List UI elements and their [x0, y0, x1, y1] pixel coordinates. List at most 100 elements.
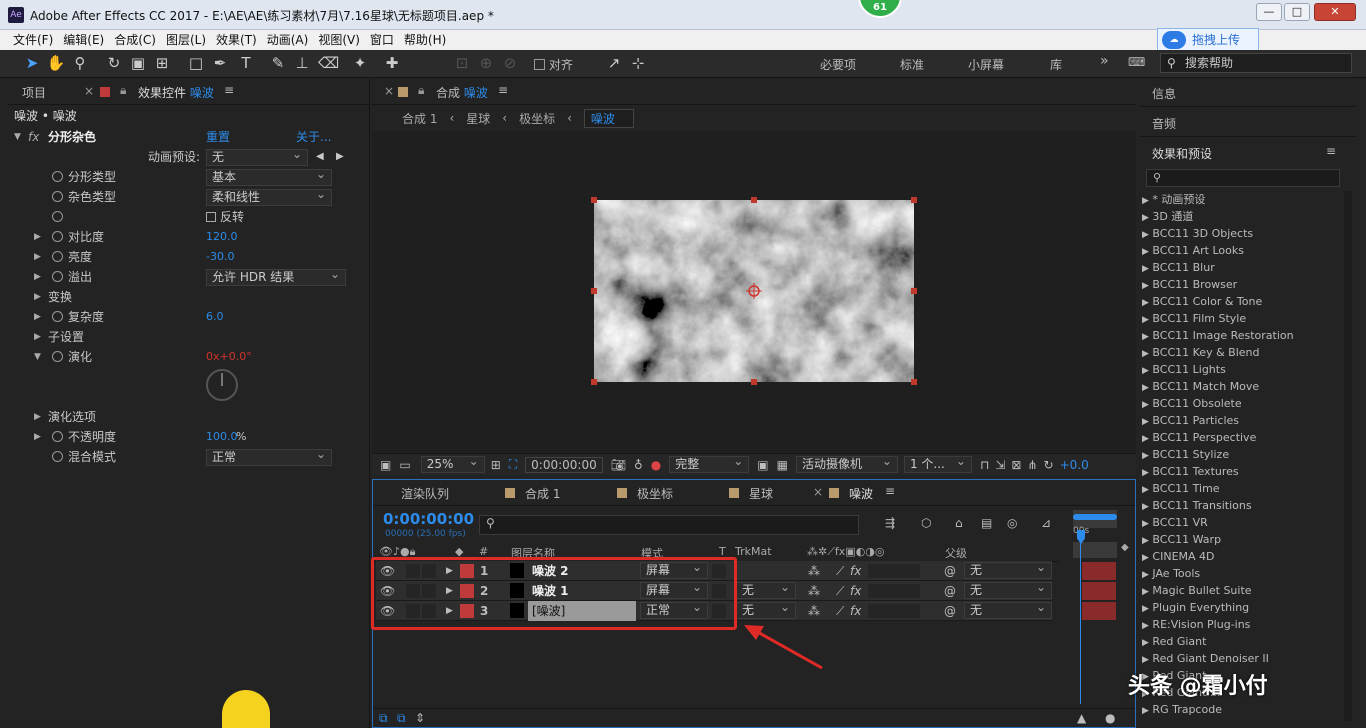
notification-badge[interactable]: 61: [858, 0, 902, 18]
menu-help[interactable]: 帮助(H): [404, 30, 446, 50]
stopwatch-icon[interactable]: [52, 211, 63, 222]
info-panel-header[interactable]: 信息: [1140, 79, 1356, 107]
stopwatch-icon[interactable]: [52, 171, 63, 182]
audio-panel-header[interactable]: 音频: [1140, 109, 1356, 137]
effects-category[interactable]: ▶ Plugin Everything: [1142, 599, 1249, 616]
roi-icon[interactable]: ▣: [757, 458, 768, 472]
shy-switch-icon[interactable]: ⁂: [808, 581, 820, 601]
effects-category[interactable]: ▶ BCC11 Perspective: [1142, 429, 1256, 446]
show-snapshot-icon[interactable]: ♁: [634, 458, 643, 472]
tab-project[interactable]: 项目: [22, 84, 46, 101]
expand-triangle-icon[interactable]: ▶: [34, 227, 41, 247]
bounding-handle[interactable]: [751, 197, 757, 203]
effects-category[interactable]: ▶ CINEMA 4D: [1142, 548, 1215, 565]
rectangle-tool-icon[interactable]: □: [186, 54, 206, 72]
effects-category[interactable]: ▶ Magic Bullet Suite: [1142, 582, 1252, 599]
effects-category[interactable]: ▶ BCC11 Transitions: [1142, 497, 1252, 514]
menu-edit[interactable]: 编辑(E): [63, 30, 104, 50]
comp-tab[interactable]: 合成 噪波: [436, 84, 488, 101]
quality-switch-icon[interactable]: ⟋: [836, 601, 844, 621]
reset-exposure-icon[interactable]: ↻: [1044, 458, 1054, 472]
tab-render-queue[interactable]: 渲染队列: [401, 485, 449, 502]
stopwatch-icon[interactable]: [52, 271, 63, 282]
bounding-handle[interactable]: [591, 197, 597, 203]
effects-category[interactable]: ▶ BCC11 Match Move: [1142, 378, 1259, 395]
toggle-switches-icon[interactable]: ⧉: [379, 711, 388, 726]
tab-polar[interactable]: 极坐标: [637, 485, 673, 502]
stopwatch-icon[interactable]: [52, 311, 63, 322]
exposure-value[interactable]: +0.0: [1060, 458, 1089, 472]
toggle-time-icon[interactable]: ⇕: [415, 711, 425, 725]
minimize-button[interactable]: —: [1256, 3, 1282, 21]
snap-grid-icon[interactable]: ⊹: [628, 54, 648, 72]
shy-switch-icon[interactable]: ⁂: [808, 561, 820, 581]
menu-window[interactable]: 窗口: [370, 30, 394, 50]
draft-3d-icon[interactable]: ⬡: [921, 516, 931, 530]
tab-noise[interactable]: 噪波: [849, 485, 873, 502]
roto-brush-tool-icon[interactable]: ✦: [350, 54, 370, 72]
local-axis-icon[interactable]: ⊡: [452, 54, 472, 72]
snap-edges-icon[interactable]: ↗: [604, 54, 624, 72]
effects-category[interactable]: ▶ RG Trapcode: [1142, 701, 1222, 718]
rotate-tool-icon[interactable]: ↻: [104, 54, 124, 72]
tab-effect-controls[interactable]: 效果控件 噪波: [138, 84, 214, 101]
stopwatch-icon[interactable]: [52, 431, 63, 442]
expand-triangle-icon[interactable]: ▼: [14, 127, 21, 147]
frame-blending-icon[interactable]: ▤: [981, 516, 992, 530]
eraser-tool-icon[interactable]: ⌫: [318, 54, 339, 72]
property-dropdown[interactable]: 柔和线性: [206, 187, 332, 206]
toggle-mask-icon[interactable]: ⛶: [509, 457, 517, 472]
invert-checkbox[interactable]: [206, 212, 216, 222]
sync-settings-icon[interactable]: ⌨: [1128, 55, 1145, 69]
layer-duration-bar[interactable]: [1082, 602, 1116, 620]
quality-switch-icon[interactable]: ⟋: [836, 561, 844, 581]
zoom-out-icon[interactable]: ▲: [1077, 711, 1086, 725]
brush-tool-icon[interactable]: ✎: [268, 54, 288, 72]
effects-menu-icon[interactable]: ≡: [1326, 144, 1336, 158]
zoom-dropdown[interactable]: 25%: [420, 454, 485, 473]
bounding-handle[interactable]: [911, 288, 917, 294]
pickwhip-icon[interactable]: @: [944, 561, 956, 581]
property-value[interactable]: -30.0: [206, 247, 234, 267]
effects-category[interactable]: ▶ BCC11 Browser: [1142, 276, 1237, 293]
expand-triangle-icon[interactable]: ▶: [34, 287, 41, 307]
view-axis-icon[interactable]: ⊘: [500, 54, 520, 72]
noise-layer-preview[interactable]: [594, 200, 914, 382]
bounding-handle[interactable]: [591, 288, 597, 294]
stopwatch-icon[interactable]: [52, 231, 63, 242]
crumb-comp1[interactable]: 合成 1: [402, 110, 437, 127]
comp-panel-menu-icon[interactable]: ≡: [498, 83, 508, 97]
fx-switch-icon[interactable]: fx: [850, 581, 861, 601]
layer-switches[interactable]: [868, 584, 920, 598]
about-link[interactable]: 关于...: [296, 127, 331, 147]
property-dropdown[interactable]: 正常: [206, 447, 332, 466]
menu-view[interactable]: 视图(V): [318, 30, 360, 50]
effects-category[interactable]: ▶ BCC11 Blur: [1142, 259, 1215, 276]
puppet-pin-tool-icon[interactable]: ✚: [382, 54, 402, 72]
hide-shy-icon[interactable]: ⌂: [955, 516, 963, 530]
always-preview-icon[interactable]: ▣: [380, 458, 391, 472]
next-preset-icon[interactable]: ▶: [336, 147, 344, 167]
crumb-polar[interactable]: 极坐标: [519, 110, 555, 127]
property-value[interactable]: 120.0: [206, 227, 238, 247]
comp-lock-icon[interactable]: 🔒︎: [418, 83, 424, 98]
tab-comp1[interactable]: 合成 1: [525, 485, 560, 502]
type-tool-icon[interactable]: T: [236, 54, 256, 72]
views-dropdown[interactable]: 1 个...: [903, 454, 972, 473]
effects-category[interactable]: ▶ Red Giant Denoiser II: [1142, 650, 1269, 667]
resolution-dropdown[interactable]: 完整: [669, 454, 750, 473]
effects-category[interactable]: ▶ RE:Vision Plug-ins: [1142, 616, 1250, 633]
prev-preset-icon[interactable]: ◀: [316, 147, 324, 167]
stopwatch-icon[interactable]: [52, 351, 63, 362]
property-dropdown[interactable]: 允许 HDR 结果: [206, 267, 346, 286]
fx-switch-icon[interactable]: fx: [850, 561, 861, 581]
reset-link[interactable]: 重置: [206, 127, 230, 147]
bounding-handle[interactable]: [911, 197, 917, 203]
expand-triangle-icon[interactable]: ▶: [34, 307, 41, 327]
close-tab-icon[interactable]: ×: [84, 84, 94, 98]
workspace-libraries[interactable]: 库: [1050, 56, 1062, 73]
comp-marker-icon[interactable]: ◆: [1121, 542, 1129, 553]
comp-viewer[interactable]: [372, 131, 1136, 457]
menu-composition[interactable]: 合成(C): [114, 30, 156, 50]
menu-layer[interactable]: 图层(L): [166, 30, 206, 50]
